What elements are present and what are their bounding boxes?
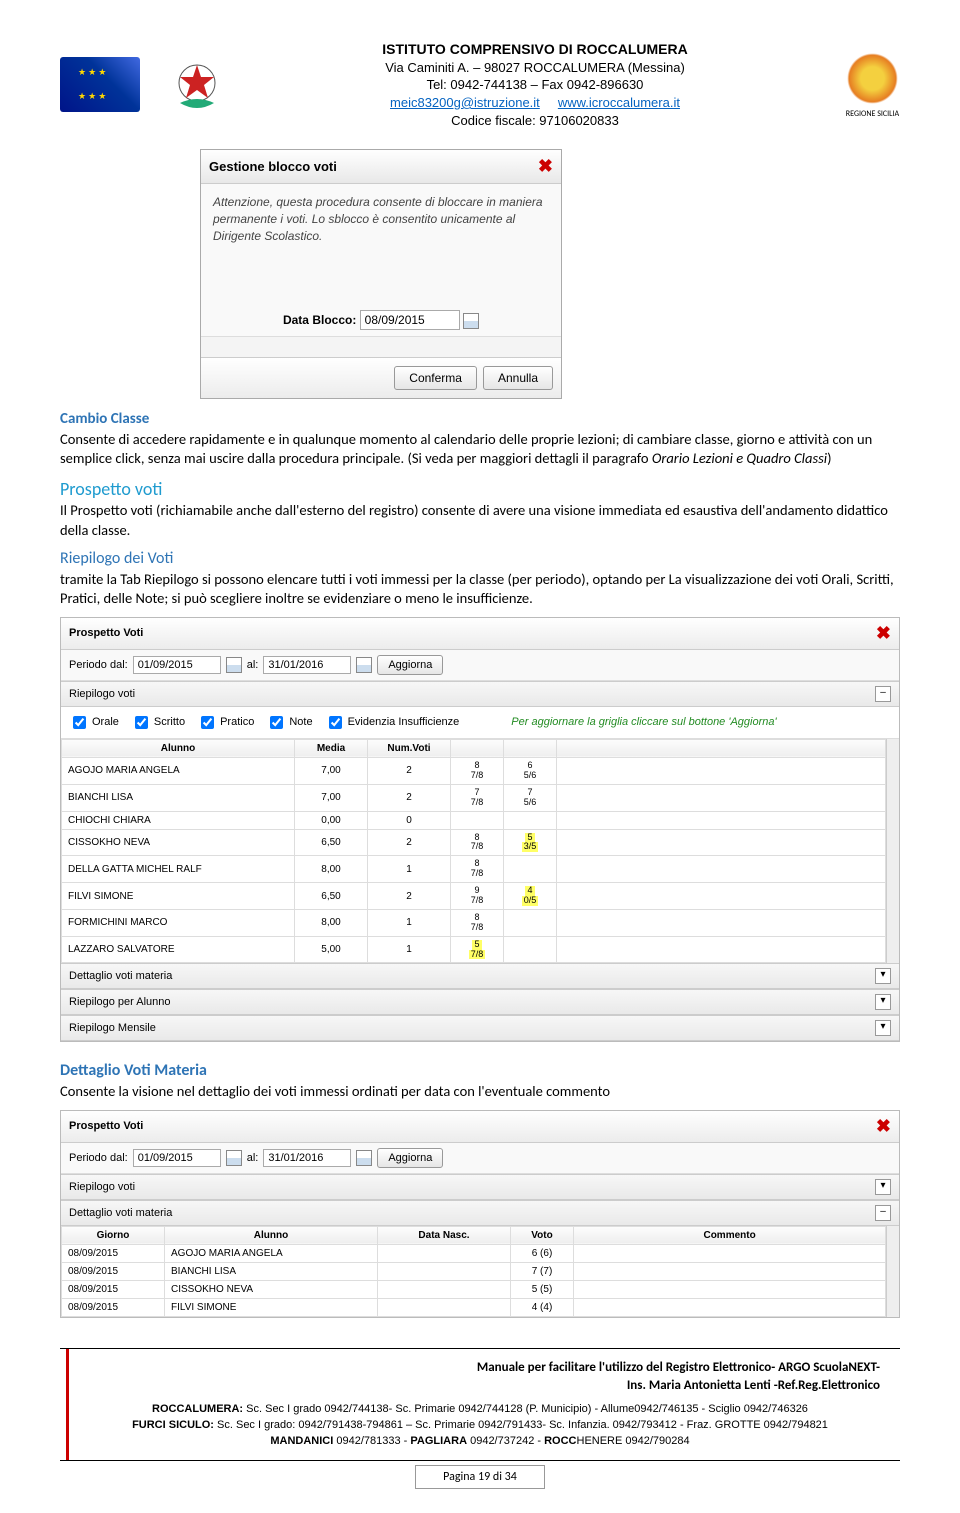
data-blocco-input[interactable] xyxy=(360,310,460,330)
table-row[interactable]: AGOJO MARIA ANGELA7,00287/865/6 xyxy=(62,757,886,784)
filter-orale[interactable]: Orale xyxy=(69,713,119,732)
prospetto-voti-window-1: Prospetto Voti ✖ Periodo dal: al: Aggior… xyxy=(60,617,900,1042)
prospetto-voti-heading: Prospetto voti xyxy=(60,478,162,500)
expand-icon[interactable]: ▾ xyxy=(875,1179,891,1195)
hint-text: Per aggiornare la griglia cliccare sul b… xyxy=(511,716,776,728)
scrollbar[interactable] xyxy=(886,1226,899,1317)
sicilia-logo: REGIONE SICILIA xyxy=(845,51,900,119)
scrollbar[interactable] xyxy=(886,739,899,963)
periodo-dal-input[interactable] xyxy=(133,1149,221,1167)
dettaglio-table: Giorno Alunno Data Nasc. Voto Commento 0… xyxy=(61,1226,886,1317)
col-voto: Voto xyxy=(511,1226,574,1244)
dettaglio-voti-heading: Dettaglio Voti Materia xyxy=(60,1061,207,1080)
calendar-icon[interactable] xyxy=(463,313,479,329)
school-tel: Tel: 0942-744138 – Fax 0942-896630 xyxy=(382,76,687,94)
filter-note[interactable]: Note xyxy=(266,713,312,732)
data-blocco-label: Data Blocco: xyxy=(283,313,356,327)
footer-line-1: Sc. Sec I grado 0942/744138- Sc. Primari… xyxy=(246,1403,808,1415)
window-title: Prospetto Voti xyxy=(69,627,143,639)
dettaglio-voti-materia-section[interactable]: Dettaglio voti materia xyxy=(69,1207,172,1219)
table-row[interactable]: 08/09/2015CISSOKHO NEVA5 (5) xyxy=(62,1280,886,1298)
col-alunno: Alunno xyxy=(165,1226,378,1244)
periodo-dal-label: Periodo dal: xyxy=(69,659,128,671)
regione-label: REGIONE SICILIA xyxy=(845,109,900,119)
calendar-icon[interactable] xyxy=(356,657,372,673)
table-row[interactable]: 08/09/2015FILVI SIMONE4 (4) xyxy=(62,1298,886,1316)
prospetto-voti-body: Il Prospetto voti (richiamabile anche da… xyxy=(60,501,888,539)
collapse-icon[interactable]: – xyxy=(875,1205,891,1221)
italy-emblem-icon xyxy=(170,55,225,115)
window-title: Prospetto Voti xyxy=(69,1120,143,1132)
expand-icon[interactable]: ▾ xyxy=(875,1020,891,1036)
dettaglio-voti-body: Consente la visione nel dettaglio dei vo… xyxy=(60,1082,610,1100)
riepilogo-voti-section[interactable]: Riepilogo voti xyxy=(69,1181,135,1193)
col-data-nasc: Data Nasc. xyxy=(378,1226,511,1244)
calendar-icon[interactable] xyxy=(226,657,242,673)
school-site[interactable]: www.icroccalumera.it xyxy=(558,95,680,110)
aggiorna-button[interactable]: Aggiorna xyxy=(377,1148,443,1168)
periodo-al-label: al: xyxy=(247,1152,259,1164)
periodo-al-input[interactable] xyxy=(263,1149,351,1167)
collapse-icon[interactable]: – xyxy=(875,686,891,702)
footer-manual-line2: Ins. Maria Antonietta Lenti -Ref.Reg.Ele… xyxy=(627,1378,880,1393)
periodo-dal-input[interactable] xyxy=(133,656,221,674)
expand-icon[interactable]: ▾ xyxy=(875,994,891,1010)
table-row[interactable]: CISSOKHO NEVA6,50287/853/5 xyxy=(62,829,886,856)
riepilogo-mensile-section[interactable]: Riepilogo Mensile xyxy=(69,1022,156,1034)
page-number: Pagina 19 di 34 xyxy=(415,1465,545,1489)
conferma-button[interactable]: Conferma xyxy=(394,366,477,390)
col-giorno: Giorno xyxy=(62,1226,165,1244)
annulla-button[interactable]: Annulla xyxy=(483,366,553,390)
calendar-icon[interactable] xyxy=(226,1150,242,1166)
footer-line-2: Sc. Sec I grado: 0942/791438-794861 – Sc… xyxy=(217,1419,828,1431)
periodo-dal-label: Periodo dal: xyxy=(69,1152,128,1164)
riepilogo-per-alunno-section[interactable]: Riepilogo per Alunno xyxy=(69,996,171,1008)
cambio-classe-italic: Orario Lezioni e Quadro Classi xyxy=(652,449,827,467)
table-row[interactable]: FORMICHINI MARCO8,00187/8 xyxy=(62,909,886,936)
filter-evidenzia[interactable]: Evidenzia Insufficienze xyxy=(325,713,460,732)
periodo-al-input[interactable] xyxy=(263,656,351,674)
expand-icon[interactable]: ▾ xyxy=(875,968,891,984)
filter-scritto[interactable]: Scritto xyxy=(131,713,185,732)
periodo-al-label: al: xyxy=(247,659,259,671)
dettaglio-voti-materia-section[interactable]: Dettaglio voti materia xyxy=(69,970,172,982)
blocco-voti-dialog: Gestione blocco voti ✖ Attenzione, quest… xyxy=(200,149,562,399)
riepilogo-voti-section[interactable]: Riepilogo voti xyxy=(69,688,135,700)
table-row[interactable]: 08/09/2015AGOJO MARIA ANGELA6 (6) xyxy=(62,1244,886,1262)
footer: Manuale per facilitare l'utilizzo del Re… xyxy=(60,1348,900,1462)
table-row[interactable]: DELLA GATTA MICHEL RALF8,00187/8 xyxy=(62,856,886,883)
filter-pratico[interactable]: Pratico xyxy=(197,713,254,732)
close-icon[interactable]: ✖ xyxy=(876,1116,891,1137)
col-media: Media xyxy=(295,739,368,757)
document-header: ISTITUTO COMPRENSIVO DI ROCCALUMERA Via … xyxy=(60,40,900,129)
riepilogo-voti-heading: Riepilogo dei Voti xyxy=(60,549,173,568)
trinacria-icon xyxy=(845,51,900,106)
col-numvoti: Num.Voti xyxy=(368,739,451,757)
close-icon[interactable]: ✖ xyxy=(538,156,553,177)
col-commento: Commento xyxy=(574,1226,886,1244)
school-cf: Codice fiscale: 97106020833 xyxy=(382,112,687,130)
dialog-body-text: Attenzione, questa procedura consente di… xyxy=(201,184,561,304)
eu-flag-icon xyxy=(60,57,140,112)
prospetto-voti-window-2: Prospetto Voti ✖ Periodo dal: al: Aggior… xyxy=(60,1110,900,1318)
footer-manual-line1: Manuale per facilitare l'utilizzo del Re… xyxy=(477,1360,880,1375)
cambio-classe-heading: Cambio Classe xyxy=(60,410,149,428)
school-email[interactable]: meic83200g@istruzione.it xyxy=(390,95,540,110)
calendar-icon[interactable] xyxy=(356,1150,372,1166)
table-row[interactable]: CHIOCHI CHIARA0,000 xyxy=(62,811,886,829)
table-row[interactable]: BIANCHI LISA7,00277/875/6 xyxy=(62,784,886,811)
riepilogo-voti-body: tramite la Tab Riepilogo si possono elen… xyxy=(60,570,894,608)
table-row[interactable]: FILVI SIMONE6,50297/840/5 xyxy=(62,883,886,910)
voti-table: Alunno Media Num.Voti AGOJO MARIA ANGELA… xyxy=(61,739,886,963)
dialog-title: Gestione blocco voti xyxy=(209,159,337,174)
table-row[interactable]: LAZZARO SALVATORE5,00157/8 xyxy=(62,936,886,963)
col-alunno: Alunno xyxy=(62,739,295,757)
aggiorna-button[interactable]: Aggiorna xyxy=(377,655,443,675)
close-icon[interactable]: ✖ xyxy=(876,623,891,644)
school-address: Via Caminiti A. – 98027 ROCCALUMERA (Mes… xyxy=(382,59,687,77)
school-title: ISTITUTO COMPRENSIVO DI ROCCALUMERA xyxy=(382,40,687,59)
table-row[interactable]: 08/09/2015BIANCHI LISA7 (7) xyxy=(62,1262,886,1280)
